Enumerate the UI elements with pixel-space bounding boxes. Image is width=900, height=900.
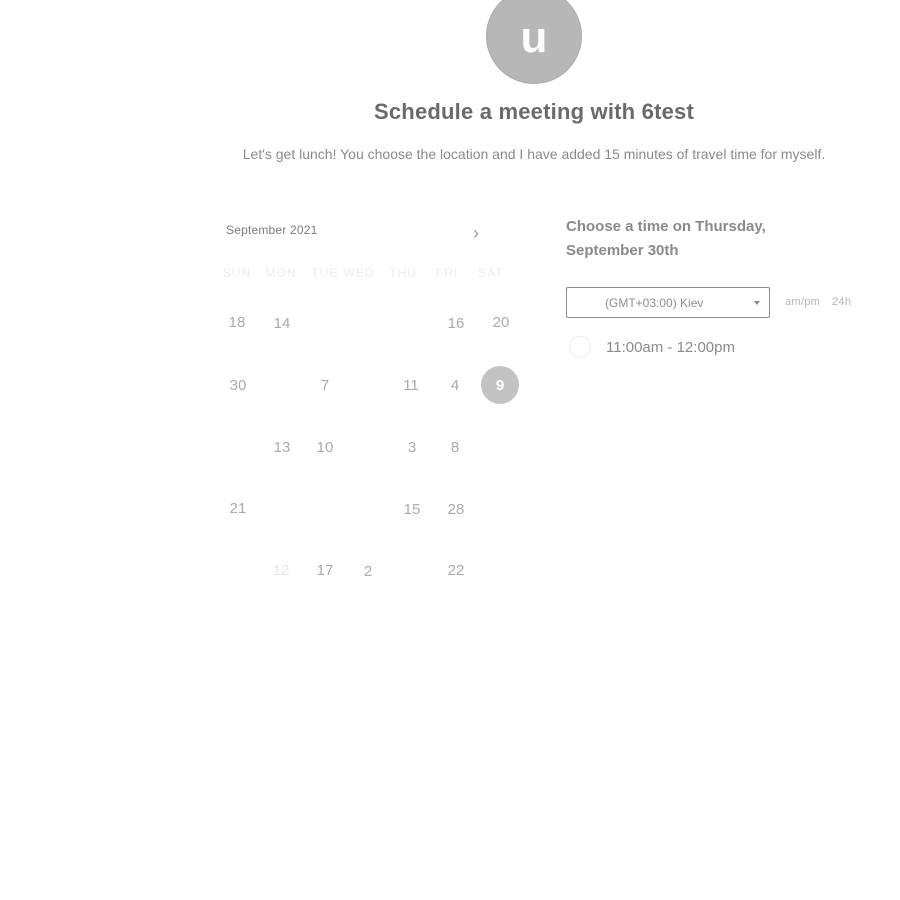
weekday-fri: FRI [435,266,459,280]
month-label: September 2021 [226,223,318,237]
weekday-mon: MON [265,266,297,280]
time-slot[interactable]: 11:00am - 12:00pm [568,335,828,361]
next-month-button[interactable]: › [466,222,486,244]
meeting-description: Let's get lunch! You choose the location… [242,146,826,162]
weekday-wed: WED [343,266,375,280]
time-slot-label: 11:00am - 12:00pm [606,339,735,356]
radio-button[interactable] [569,336,591,358]
calendar-day[interactable]: 28 [436,489,476,529]
chevron-right-icon: › [473,222,479,243]
calendar-day[interactable]: 10 [305,427,345,467]
timezone-select[interactable]: (GMT+03:00) Kiev [566,287,770,318]
calendar-day[interactable]: 30 [218,365,258,405]
calendar-day[interactable]: 13 [262,427,302,467]
avatar: u [486,0,582,84]
calendar-day[interactable] [305,302,345,342]
weekday-thu: THU [389,266,417,280]
calendar-day[interactable]: 20 [481,302,521,342]
time-heading: Choose a time on Thursday, September 30t… [566,218,766,259]
avatar-initial: u [520,13,548,62]
calendar-day[interactable]: 18 [217,302,257,342]
calendar-day[interactable]: 17 [305,550,345,590]
calendar-day[interactable]: 15 [392,489,432,529]
page-title: Schedule a meeting with 6test [374,99,694,124]
calendar-day[interactable]: 14 [262,303,302,343]
weekday-sat: SAT [478,266,504,280]
weekday-sun: SUN [222,266,252,280]
timezone-value: (GMT+03:00) Kiev [605,296,704,310]
calendar-day[interactable]: 3 [392,427,432,467]
calendar-day[interactable]: 22 [436,550,476,590]
calendar-day[interactable]: 4 [435,365,475,405]
format-24h-toggle[interactable]: 24h [832,296,851,308]
calendar-day[interactable]: 7 [305,365,345,405]
calendar-day-selected[interactable]: 9 [481,366,519,404]
calendar-day[interactable]: 8 [435,427,475,467]
calendar-day[interactable]: 21 [218,488,258,528]
caret-down-icon [754,301,760,305]
calendar-day[interactable]: 12 [261,550,301,590]
calendar-day[interactable]: 2 [348,551,388,591]
calendar-day[interactable]: 11 [391,365,431,405]
format-12h-toggle[interactable]: am/pm [785,296,820,308]
calendar-day[interactable]: 16 [436,303,476,343]
